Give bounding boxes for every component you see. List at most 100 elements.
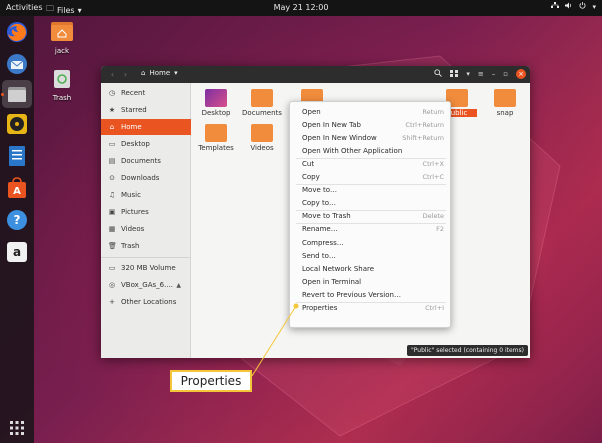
sidebar-item-starred[interactable]: ★ Starred (101, 102, 191, 118)
sidebar-item-documents[interactable]: ▤ Documents (101, 153, 191, 169)
menu-item-label: Open With Other Application (302, 147, 403, 155)
folder-label: Documents (242, 109, 282, 117)
back-button[interactable]: ‹ (107, 69, 118, 80)
forward-button[interactable]: › (120, 69, 131, 80)
show-apps-button[interactable] (5, 416, 29, 440)
software-launcher[interactable]: A (5, 176, 29, 200)
hamburger-icon: ≡ (477, 70, 484, 78)
clock[interactable]: May 21 12:00 (274, 3, 329, 12)
writer-launcher[interactable] (5, 144, 29, 168)
view-toggle-button[interactable] (450, 69, 459, 79)
help-launcher[interactable]: ? (5, 208, 29, 232)
folder-label: Desktop (201, 109, 231, 117)
dock: A ? a (0, 16, 34, 443)
star-icon: ★ (108, 106, 116, 114)
menu-item-send-to[interactable]: Send to… (290, 250, 450, 262)
sidebar-item-label: Starred (121, 106, 147, 114)
templates-folder-icon (205, 124, 227, 142)
chevron-down-icon: ▾ (592, 2, 596, 11)
videos-folder-icon (251, 124, 273, 142)
menu-button[interactable]: ≡ (478, 70, 484, 78)
sidebar-item-label: Home (121, 123, 142, 131)
view-options-button[interactable]: ▾ (466, 70, 470, 78)
context-menu: Open Return Open In New Tab Ctrl+Return Op… (289, 101, 451, 328)
sidebar-item-trash[interactable]: 🗑 Trash (101, 238, 191, 254)
sidebar-item-recent[interactable]: ◷ Recent (101, 85, 191, 101)
files-app-menu[interactable]: 🗀 Files ▾ (46, 3, 82, 17)
menu-item-open-with-other[interactable]: Open With Other Application (290, 145, 450, 157)
close-icon: × (518, 70, 524, 78)
folder-snap[interactable]: snap (485, 89, 525, 117)
sidebar-item-volume[interactable]: ▭ 320 MB Volume (101, 260, 191, 276)
menu-item-properties[interactable]: Properties Ctrl+I (290, 302, 450, 314)
header-bar: ‹ › ⌂ Home ▾ ▾ ≡ – ▫ × (101, 66, 530, 83)
rhythmbox-launcher[interactable] (5, 112, 29, 136)
sidebar-item-other-locations[interactable]: + Other Locations (101, 294, 191, 310)
sidebar-item-desktop[interactable]: ▭ Desktop (101, 136, 191, 152)
sidebar-item-music[interactable]: ♫ Music (101, 187, 191, 203)
shortcut-label: Delete (422, 212, 444, 220)
svg-text:a: a (13, 245, 21, 259)
sidebar-item-vbox[interactable]: ◎ VBox_GAs_6.... ▲ (101, 277, 191, 293)
amazon-launcher[interactable]: a (5, 240, 29, 264)
desktop-trash-label: Trash (52, 94, 72, 102)
menu-item-local-network-share[interactable]: Local Network Share (290, 263, 450, 275)
volume-icon (565, 2, 573, 11)
menu-item-label: Revert to Previous Version… (302, 291, 401, 299)
svg-text:?: ? (14, 213, 21, 227)
sidebar-item-videos[interactable]: ▦ Videos (101, 221, 191, 237)
files-launcher[interactable] (2, 80, 32, 108)
folder-label: Videos (250, 144, 274, 152)
shortcut-label: Return (422, 108, 444, 116)
software-icon: A (8, 177, 26, 198)
menu-item-move-to[interactable]: Move to… (290, 184, 450, 196)
folder-templates[interactable]: Templates (196, 124, 236, 152)
activities-button[interactable]: Activities (6, 3, 43, 12)
menu-item-open-in-terminal[interactable]: Open in Terminal (290, 276, 450, 288)
path-bar[interactable]: ⌂ Home ▾ (141, 69, 178, 77)
folder-documents[interactable]: Documents (242, 89, 282, 117)
chevron-down-icon: ▾ (77, 5, 82, 15)
menu-item-revert[interactable]: Revert to Previous Version… (290, 289, 450, 301)
menu-item-label: Properties (302, 304, 338, 312)
minimize-button[interactable]: – (492, 70, 496, 78)
folder-desktop[interactable]: Desktop (196, 89, 236, 117)
sidebar-item-pictures[interactable]: ▣ Pictures (101, 204, 191, 220)
eject-icon[interactable]: ▲ (176, 282, 181, 289)
home-icon: ⌂ (109, 123, 115, 131)
folder-videos[interactable]: Videos (242, 124, 282, 152)
menu-item-rename[interactable]: Rename… F2 (290, 223, 450, 235)
trash-icon: 🗑 (108, 242, 117, 250)
shortcut-label: Ctrl+X (422, 160, 444, 168)
menu-item-open-new-tab[interactable]: Open In New Tab Ctrl+Return (290, 119, 450, 131)
top-bar: Activities 🗀 Files ▾ May 21 12:00 ▾ (0, 0, 602, 16)
help-icon: ? (7, 210, 27, 230)
snap-folder-icon (494, 89, 516, 107)
thunderbird-launcher[interactable] (5, 52, 29, 76)
desktop-home-icon[interactable]: jack (42, 20, 82, 55)
menu-item-copy[interactable]: Copy Ctrl+C (290, 171, 450, 183)
menu-item-compress[interactable]: Compress… (290, 237, 450, 249)
menu-item-label: Copy to… (302, 199, 337, 207)
search-button[interactable] (434, 69, 443, 79)
video-icon: ▦ (108, 225, 116, 233)
system-tray[interactable]: ▾ (551, 2, 596, 11)
menu-item-label: Move to Trash (302, 212, 351, 220)
menu-item-open[interactable]: Open Return (290, 106, 450, 118)
menu-item-open-new-window[interactable]: Open In New Window Shift+Return (290, 132, 450, 144)
maximize-button[interactable]: ▫ (503, 70, 508, 78)
shortcut-label: Ctrl+C (422, 173, 444, 181)
document-icon: ▤ (108, 157, 116, 165)
close-button[interactable]: × (516, 69, 526, 79)
firefox-launcher[interactable] (5, 20, 29, 44)
chevron-down-icon: ▾ (174, 69, 178, 77)
chevron-down-icon: ▾ (466, 70, 470, 78)
desktop-trash-icon[interactable]: Trash (42, 67, 82, 102)
menu-item-move-to-trash[interactable]: Move to Trash Delete (290, 210, 450, 222)
menu-item-cut[interactable]: Cut Ctrl+X (290, 158, 450, 170)
sidebar-item-downloads[interactable]: ⊙ Downloads (101, 170, 191, 186)
menu-item-label: Open In New Tab (302, 121, 361, 129)
sidebar-item-home[interactable]: ⌂ Home (101, 119, 191, 135)
menu-item-copy-to[interactable]: Copy to… (290, 197, 450, 209)
desktop-folder-icon (205, 89, 227, 107)
